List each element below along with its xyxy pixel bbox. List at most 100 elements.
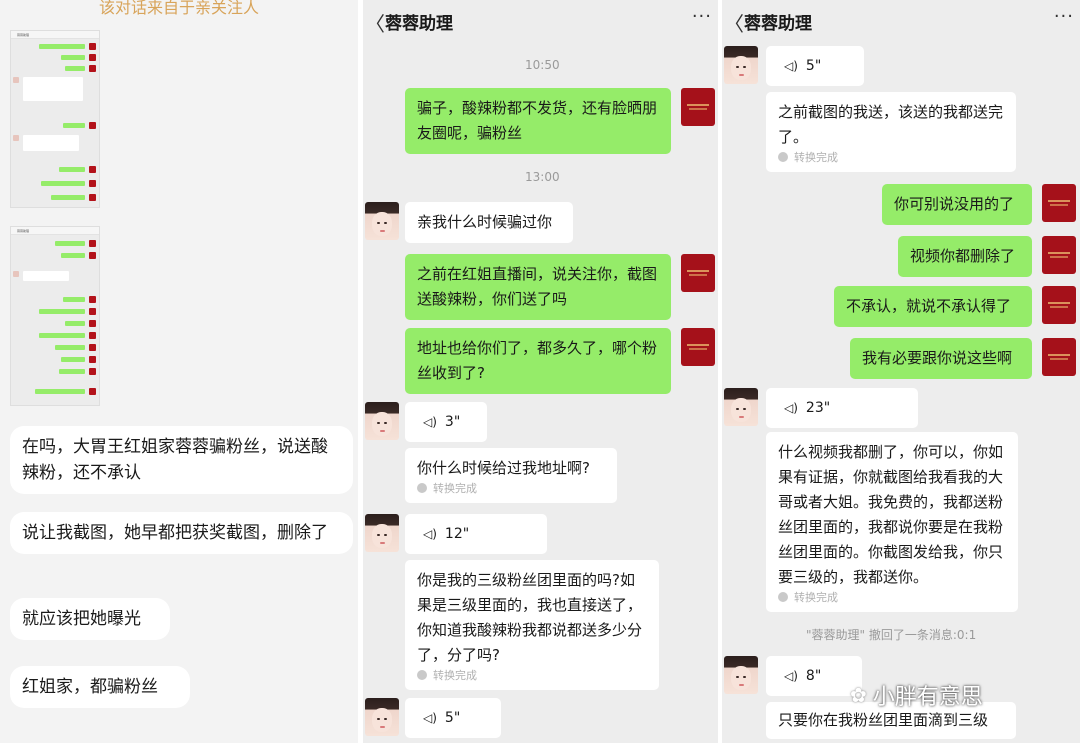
sent-message[interactable]: 之前在红姐直播间，说关注你，截图送酸辣粉，你们送了吗 bbox=[405, 254, 671, 320]
mini-bubble bbox=[55, 345, 85, 350]
transcript-text: 之前截图的我送，该送的我都送完了。 bbox=[778, 103, 1004, 146]
back-icon[interactable]: 〈 bbox=[365, 8, 385, 37]
transcript-text: 只要你在我粉丝团里面滴到三级 bbox=[778, 711, 989, 729]
thumbnail-title: 蓉蓉助理 bbox=[17, 33, 30, 37]
user-avatar[interactable] bbox=[681, 254, 715, 292]
chat-thumbnail: 蓉蓉助理 bbox=[10, 226, 100, 406]
check-icon bbox=[778, 592, 788, 602]
user-avatar[interactable] bbox=[1042, 236, 1076, 274]
conversion-status: 转换完成 bbox=[778, 590, 1006, 606]
voice-message[interactable]: ◁) 5" bbox=[766, 46, 864, 86]
right-chat-panel: 〈 蓉蓉助理 ··· ◁) 5" 之前截图的我送，该送的我都送完了。 转换完成 你… bbox=[722, 0, 1080, 743]
mini-avatar bbox=[89, 194, 96, 201]
voice-transcript[interactable]: 你是我的三级粉丝团里面的吗?如果是三级里面的，我也直接送了，你知道我酸辣粉我都说… bbox=[405, 560, 659, 690]
mini-bubble bbox=[61, 357, 85, 362]
voice-message[interactable]: ◁) 5" bbox=[405, 698, 501, 738]
sent-message[interactable]: 地址也给你们了，都多久了，哪个粉丝收到了? bbox=[405, 328, 671, 394]
mini-avatar bbox=[89, 65, 96, 72]
mini-bubble bbox=[39, 309, 85, 314]
middle-chat-panel: 〈 蓉蓉助理 ··· 10:50 骗子，酸辣粉都不发货，还有脸晒朋友圈呢，骗粉丝… bbox=[363, 0, 718, 743]
transcript-text: 你什么时候给过我地址啊? bbox=[417, 459, 590, 477]
received-message[interactable]: 亲我什么时候骗过你 bbox=[405, 202, 573, 243]
wechat-icon: ✿ bbox=[850, 683, 867, 707]
message-bubble: 就应该把她曝光 bbox=[10, 598, 170, 640]
back-icon[interactable]: 〈 bbox=[724, 8, 744, 37]
user-avatar[interactable] bbox=[681, 88, 715, 126]
voice-transcript[interactable]: 你什么时候给过我地址啊? 转换完成 bbox=[405, 448, 617, 503]
mini-bubble bbox=[59, 369, 85, 374]
mini-bubble bbox=[59, 167, 85, 172]
message-bubble: 说让我截图，她早都把获奖截图，删除了 bbox=[10, 512, 353, 554]
message-bubble: 在吗，大胃王红姐家蓉蓉骗粉丝，说送酸辣粉，还不承认 bbox=[10, 426, 353, 494]
recall-notice: "蓉蓉助理" 撤回了一条消息:0:1 bbox=[806, 628, 977, 642]
user-avatar[interactable] bbox=[1042, 286, 1076, 324]
watermark: ✿ 小胖有意思 bbox=[850, 680, 983, 710]
contact-avatar[interactable] bbox=[365, 698, 399, 736]
more-icon[interactable]: ··· bbox=[1054, 6, 1074, 27]
conversion-status: 转换完成 bbox=[417, 481, 605, 497]
sent-message[interactable]: 骗子，酸辣粉都不发货，还有脸晒朋友圈呢，骗粉丝 bbox=[405, 88, 671, 154]
conversion-status: 转换完成 bbox=[778, 150, 1004, 166]
voice-message[interactable]: ◁) 12" bbox=[405, 514, 547, 554]
mini-bubble bbox=[65, 66, 85, 71]
mini-avatar bbox=[13, 271, 19, 277]
user-avatar[interactable] bbox=[1042, 184, 1076, 222]
sent-message[interactable]: 你可别说没用的了 bbox=[882, 184, 1032, 225]
watermark-text: 小胖有意思 bbox=[872, 685, 983, 710]
contact-avatar[interactable] bbox=[365, 514, 399, 552]
voice-icon: ◁) bbox=[784, 669, 798, 683]
mini-bubble bbox=[65, 321, 85, 326]
timestamp: 13:00 bbox=[525, 170, 560, 184]
voice-icon: ◁) bbox=[784, 401, 798, 415]
transcript-text: 你是我的三级粉丝团里面的吗?如果是三级里面的，我也直接送了，你知道我酸辣粉我都说… bbox=[417, 571, 643, 664]
conversion-status: 转换完成 bbox=[417, 668, 647, 684]
sent-message[interactable]: 我有必要跟你说这些啊 bbox=[850, 338, 1032, 379]
mini-avatar bbox=[89, 320, 96, 327]
contact-avatar[interactable] bbox=[724, 388, 758, 426]
contact-avatar[interactable] bbox=[724, 656, 758, 694]
voice-transcript[interactable]: 之前截图的我送，该送的我都送完了。 转换完成 bbox=[766, 92, 1016, 172]
voice-duration: 12" bbox=[444, 526, 470, 542]
contact-avatar[interactable] bbox=[365, 402, 399, 440]
mini-avatar bbox=[89, 344, 96, 351]
voice-duration: 5" bbox=[805, 58, 822, 74]
left-screenshot-panel: 该对话来自于亲关注人 蓉蓉助理 蓉蓉助理 在吗，大胃王红姐家蓉蓉骗粉丝，说送酸辣… bbox=[0, 0, 358, 743]
mini-bubble bbox=[61, 55, 85, 60]
mini-bubble bbox=[39, 333, 85, 338]
voice-duration: 8" bbox=[805, 668, 822, 684]
conversion-status-text: 转换完成 bbox=[794, 591, 838, 604]
chat-title: 蓉蓉助理 bbox=[385, 14, 453, 34]
chat-header: 〈 蓉蓉助理 ··· bbox=[722, 0, 1080, 42]
sent-message[interactable]: 不承认，就说不承认得了 bbox=[834, 286, 1032, 327]
chat-header: 〈 蓉蓉助理 ··· bbox=[363, 0, 718, 42]
sent-message[interactable]: 视频你都删除了 bbox=[898, 236, 1032, 277]
mini-avatar bbox=[89, 180, 96, 187]
mini-avatar bbox=[89, 356, 96, 363]
check-icon bbox=[417, 483, 427, 493]
voice-message[interactable]: ◁) 8" bbox=[766, 656, 862, 696]
voice-message[interactable]: ◁) 23" bbox=[766, 388, 918, 428]
voice-icon: ◁) bbox=[423, 415, 437, 429]
voice-transcript[interactable]: 什么视频我都删了，你可以，你如果有证据，你就截图给我看我的大哥或者大姐。我免费的… bbox=[766, 432, 1018, 612]
mini-bubble bbox=[63, 123, 85, 128]
caption-text: 该对话来自于亲关注人 bbox=[98, 0, 259, 17]
mini-bubble bbox=[23, 271, 69, 281]
chat-title: 蓉蓉助理 bbox=[744, 14, 812, 34]
mini-bubble bbox=[23, 77, 83, 101]
mini-avatar bbox=[13, 77, 19, 83]
mini-bubble bbox=[61, 253, 85, 258]
user-avatar[interactable] bbox=[1042, 338, 1076, 376]
mini-avatar bbox=[89, 240, 96, 247]
contact-avatar[interactable] bbox=[365, 202, 399, 240]
mini-bubble bbox=[39, 44, 85, 49]
more-icon[interactable]: ··· bbox=[692, 6, 712, 27]
mini-avatar bbox=[89, 122, 96, 129]
conversion-status-text: 转换完成 bbox=[794, 151, 838, 164]
contact-avatar[interactable] bbox=[724, 46, 758, 84]
check-icon bbox=[778, 152, 788, 162]
voice-message[interactable]: ◁) 3" bbox=[405, 402, 487, 442]
check-icon bbox=[417, 670, 427, 680]
mini-bubble bbox=[35, 389, 85, 394]
user-avatar[interactable] bbox=[681, 328, 715, 366]
voice-duration: 3" bbox=[444, 414, 461, 430]
